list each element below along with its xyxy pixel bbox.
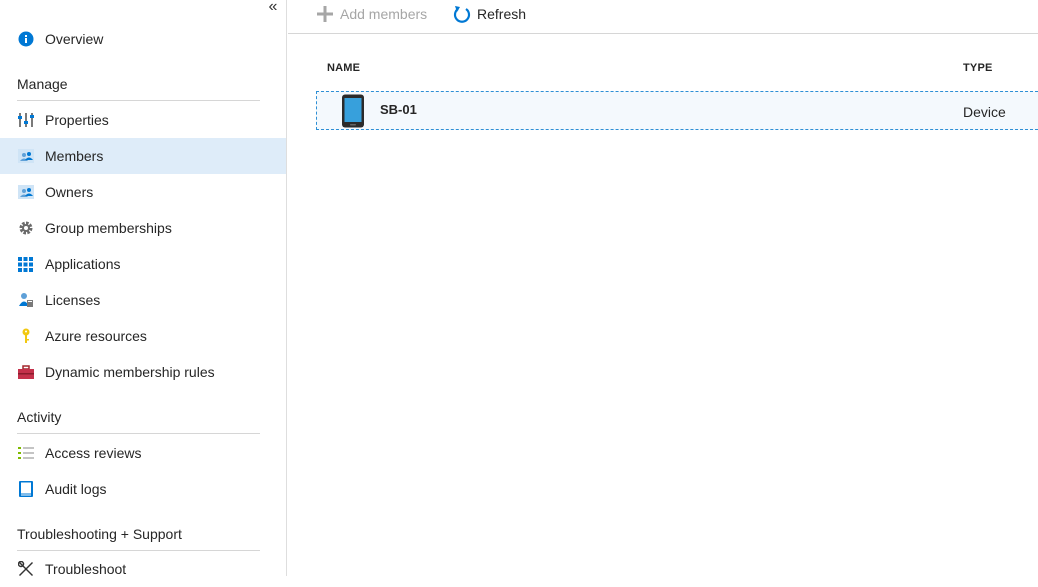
- log-book-icon: [17, 481, 34, 498]
- section-title-manage: Manage: [17, 76, 68, 92]
- sidebar-item-access-reviews[interactable]: Access reviews: [0, 435, 286, 471]
- add-members-button[interactable]: Add members: [315, 0, 427, 28]
- sidebar-item-label: Overview: [45, 31, 104, 47]
- sidebar-item-licenses[interactable]: Licenses: [0, 282, 286, 318]
- table-row[interactable]: SB-01 Device: [316, 91, 1038, 130]
- member-name: SB-01: [380, 102, 417, 117]
- sidebar-item-label: Troubleshoot: [45, 561, 127, 577]
- applications-grid-icon: [17, 256, 34, 273]
- gear-icon: [17, 220, 34, 237]
- sidebar-item-properties[interactable]: Properties: [0, 102, 286, 138]
- sidebar-item-label: Azure resources: [45, 328, 147, 344]
- toolbox-icon: [17, 364, 34, 381]
- section-title-activity: Activity: [17, 409, 62, 425]
- users-icon: [17, 184, 34, 201]
- plus-icon: [315, 4, 335, 24]
- sidebar-item-applications[interactable]: Applications: [0, 246, 286, 282]
- sidebar-item-label: Access reviews: [45, 445, 142, 461]
- key-icon: [17, 328, 34, 345]
- info-icon: [17, 31, 34, 48]
- section-divider: [17, 433, 260, 434]
- section-title-troubleshooting: Troubleshooting + Support: [17, 526, 182, 542]
- member-type: Device: [963, 104, 1006, 120]
- sidebar-item-label: Group memberships: [45, 220, 172, 236]
- wrench-screwdriver-icon: [17, 561, 34, 578]
- sidebar-item-troubleshoot[interactable]: Troubleshoot: [0, 551, 286, 587]
- sidebar-item-label: Dynamic membership rules: [45, 364, 215, 380]
- sidebar-item-overview[interactable]: Overview: [0, 21, 286, 57]
- sidebar-item-label: Licenses: [45, 292, 101, 308]
- column-header-name[interactable]: NAME: [327, 62, 360, 74]
- sidebar-item-label: Applications: [45, 256, 121, 272]
- sidebar-item-azure-resources[interactable]: Azure resources: [0, 318, 286, 354]
- column-header-type[interactable]: TYPE: [963, 62, 993, 74]
- sidebar-item-owners[interactable]: Owners: [0, 174, 286, 210]
- checklist-icon: [17, 445, 34, 462]
- sidebar-item-label: Audit logs: [45, 481, 107, 497]
- sidebar-item-group-memberships[interactable]: Group memberships: [0, 210, 286, 246]
- refresh-label: Refresh: [477, 6, 527, 22]
- sidebar: « Overview Manage Properties Members Own…: [0, 0, 287, 577]
- sidebar-item-label: Properties: [45, 112, 109, 128]
- sidebar-item-label: Members: [45, 148, 104, 164]
- sidebar-item-label: Owners: [45, 184, 94, 200]
- sidebar-item-dynamic-membership-rules[interactable]: Dynamic membership rules: [0, 354, 286, 390]
- add-members-label: Add members: [340, 6, 428, 22]
- section-divider: [17, 100, 260, 101]
- users-icon: [17, 148, 34, 165]
- license-user-icon: [17, 292, 34, 309]
- sidebar-item-members[interactable]: Members: [0, 138, 286, 174]
- phone-device-icon: [341, 94, 365, 128]
- properties-icon: [17, 112, 34, 129]
- command-bar: Add members Refresh: [288, 0, 1038, 34]
- refresh-button[interactable]: Refresh: [452, 0, 526, 28]
- collapse-sidebar-button[interactable]: «: [265, 0, 281, 16]
- refresh-icon: [452, 4, 472, 24]
- sidebar-item-audit-logs[interactable]: Audit logs: [0, 471, 286, 507]
